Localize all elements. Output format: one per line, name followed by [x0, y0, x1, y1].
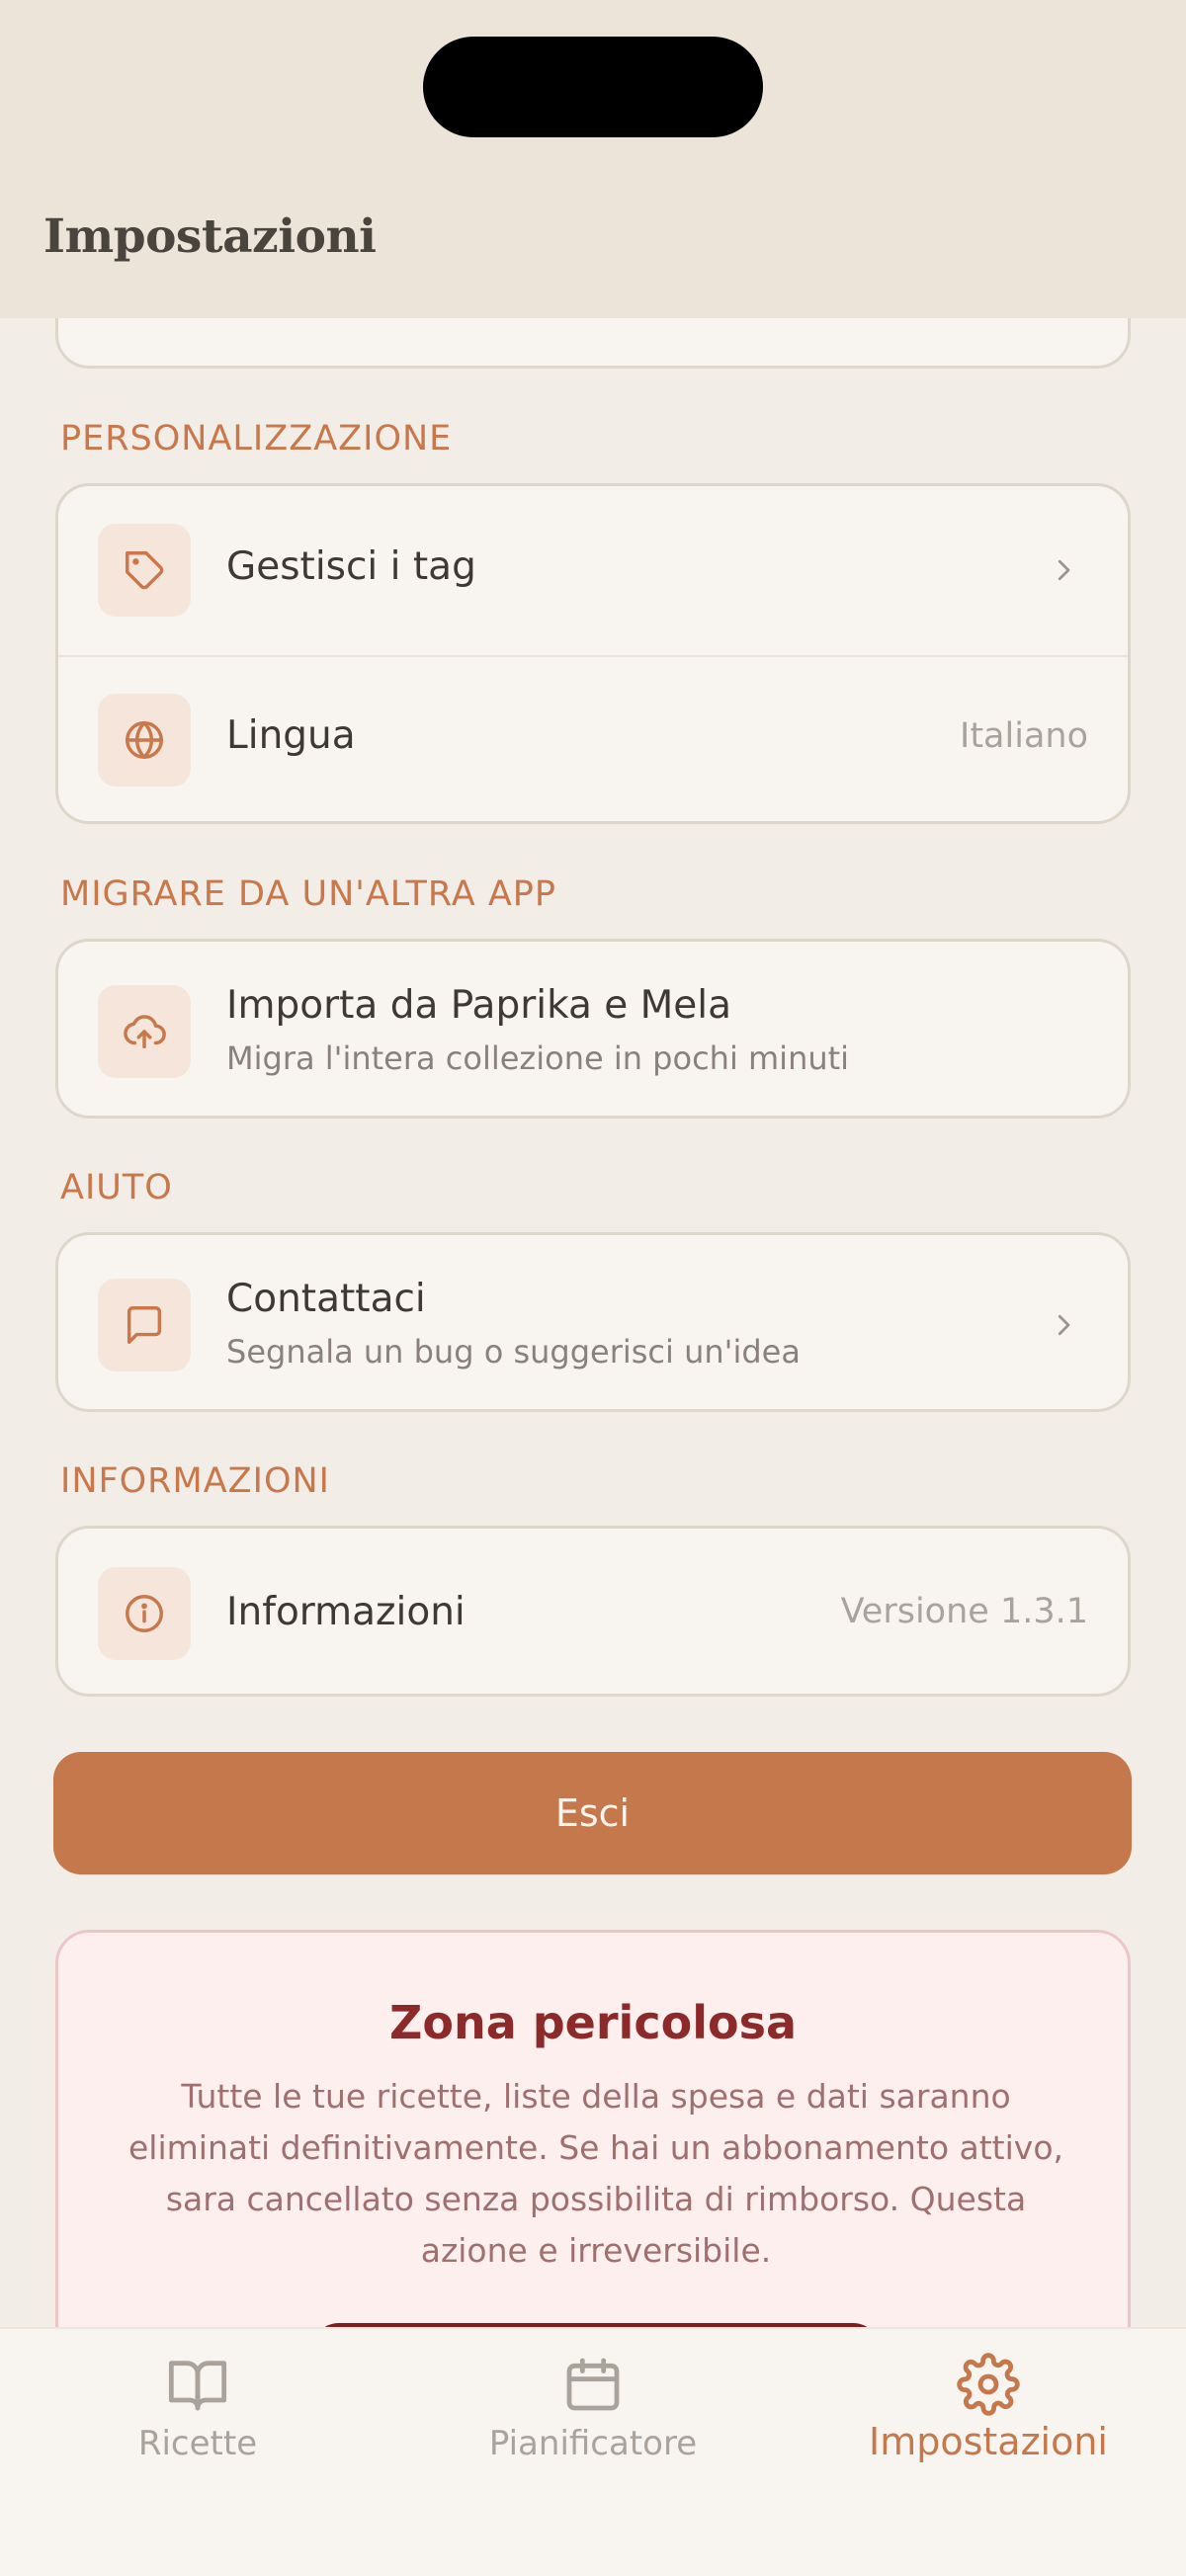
- version-value: Versione 1.3.1: [840, 1592, 1088, 1631]
- calendar-icon: [566, 2358, 620, 2411]
- section-label-migrate: MIGRARE DA UN'ALTRA APP: [60, 874, 556, 914]
- gear-icon: [957, 2353, 1020, 2416]
- section-label-personalization: PERSONALIZZAZIONE: [60, 419, 453, 458]
- language-row[interactable]: Lingua Italiano: [58, 657, 1128, 821]
- app-header: Impostazioni: [0, 0, 1186, 318]
- section-label-info: INFORMAZIONI: [60, 1461, 330, 1501]
- danger-zone-title: Zona pericolosa: [388, 1996, 797, 2049]
- help-card: Contattaci Segnala un bug o suggerisci u…: [55, 1232, 1131, 1412]
- tab-recipes-label: Ricette: [137, 2424, 258, 2463]
- tab-recipes[interactable]: Ricette: [0, 2329, 395, 2487]
- language-label: Lingua: [226, 713, 356, 758]
- settings-scroll-area[interactable]: PERSONALIZZAZIONE Gestisci i tag Lingua …: [0, 0, 1186, 2327]
- info-card: Informazioni Versione 1.3.1: [55, 1526, 1131, 1697]
- migrate-card: Importa da Paprika e Mela Migra l'intera…: [55, 939, 1131, 1119]
- language-value: Italiano: [960, 716, 1088, 756]
- tag-icon: [98, 524, 191, 617]
- tab-bar: Ricette Pianificatore Impostazioni: [0, 2327, 1186, 2576]
- manage-tags-label: Gestisci i tag: [226, 544, 476, 589]
- tab-settings-label: Impostazioni: [869, 2420, 1108, 2463]
- manage-tags-row[interactable]: Gestisci i tag: [58, 486, 1128, 655]
- danger-zone-text: Tutte le tue ricette, liste della spesa …: [127, 2077, 1063, 2270]
- book-icon: [168, 2361, 227, 2411]
- personalization-card: Gestisci i tag Lingua Italiano: [55, 483, 1131, 824]
- tab-planner[interactable]: Pianificatore: [395, 2329, 791, 2487]
- chevron-right-icon: [1058, 559, 1070, 581]
- import-row[interactable]: Importa da Paprika e Mela Migra l'intera…: [58, 942, 1128, 1116]
- tab-planner-label: Pianificatore: [488, 2424, 698, 2463]
- globe-icon: [98, 694, 191, 787]
- contact-label: Contattaci: [226, 1277, 426, 1321]
- danger-zone-card: Zona pericolosa Tutte le tue ricette, li…: [55, 1930, 1131, 2327]
- chevron-right-icon: [1058, 1314, 1070, 1336]
- info-icon: [98, 1567, 191, 1660]
- cloud-upload-icon: [98, 985, 191, 1078]
- tab-settings[interactable]: Impostazioni: [791, 2329, 1186, 2487]
- section-label-help: AIUTO: [60, 1168, 173, 1207]
- import-label: Importa da Paprika e Mela: [226, 983, 732, 1028]
- contact-row[interactable]: Contattaci Segnala un bug o suggerisci u…: [58, 1235, 1128, 1409]
- about-label: Informazioni: [226, 1590, 466, 1634]
- logout-button[interactable]: Esci: [53, 1752, 1132, 1874]
- message-icon: [98, 1279, 191, 1371]
- contact-subtitle: Segnala un bug o suggerisci un'idea: [226, 1333, 801, 1371]
- import-subtitle: Migra l'intera collezione in pochi minut…: [226, 1039, 850, 1077]
- dynamic-island: [423, 37, 763, 137]
- page-title: Impostazioni: [43, 209, 377, 264]
- about-row[interactable]: Informazioni Versione 1.3.1: [58, 1529, 1128, 1694]
